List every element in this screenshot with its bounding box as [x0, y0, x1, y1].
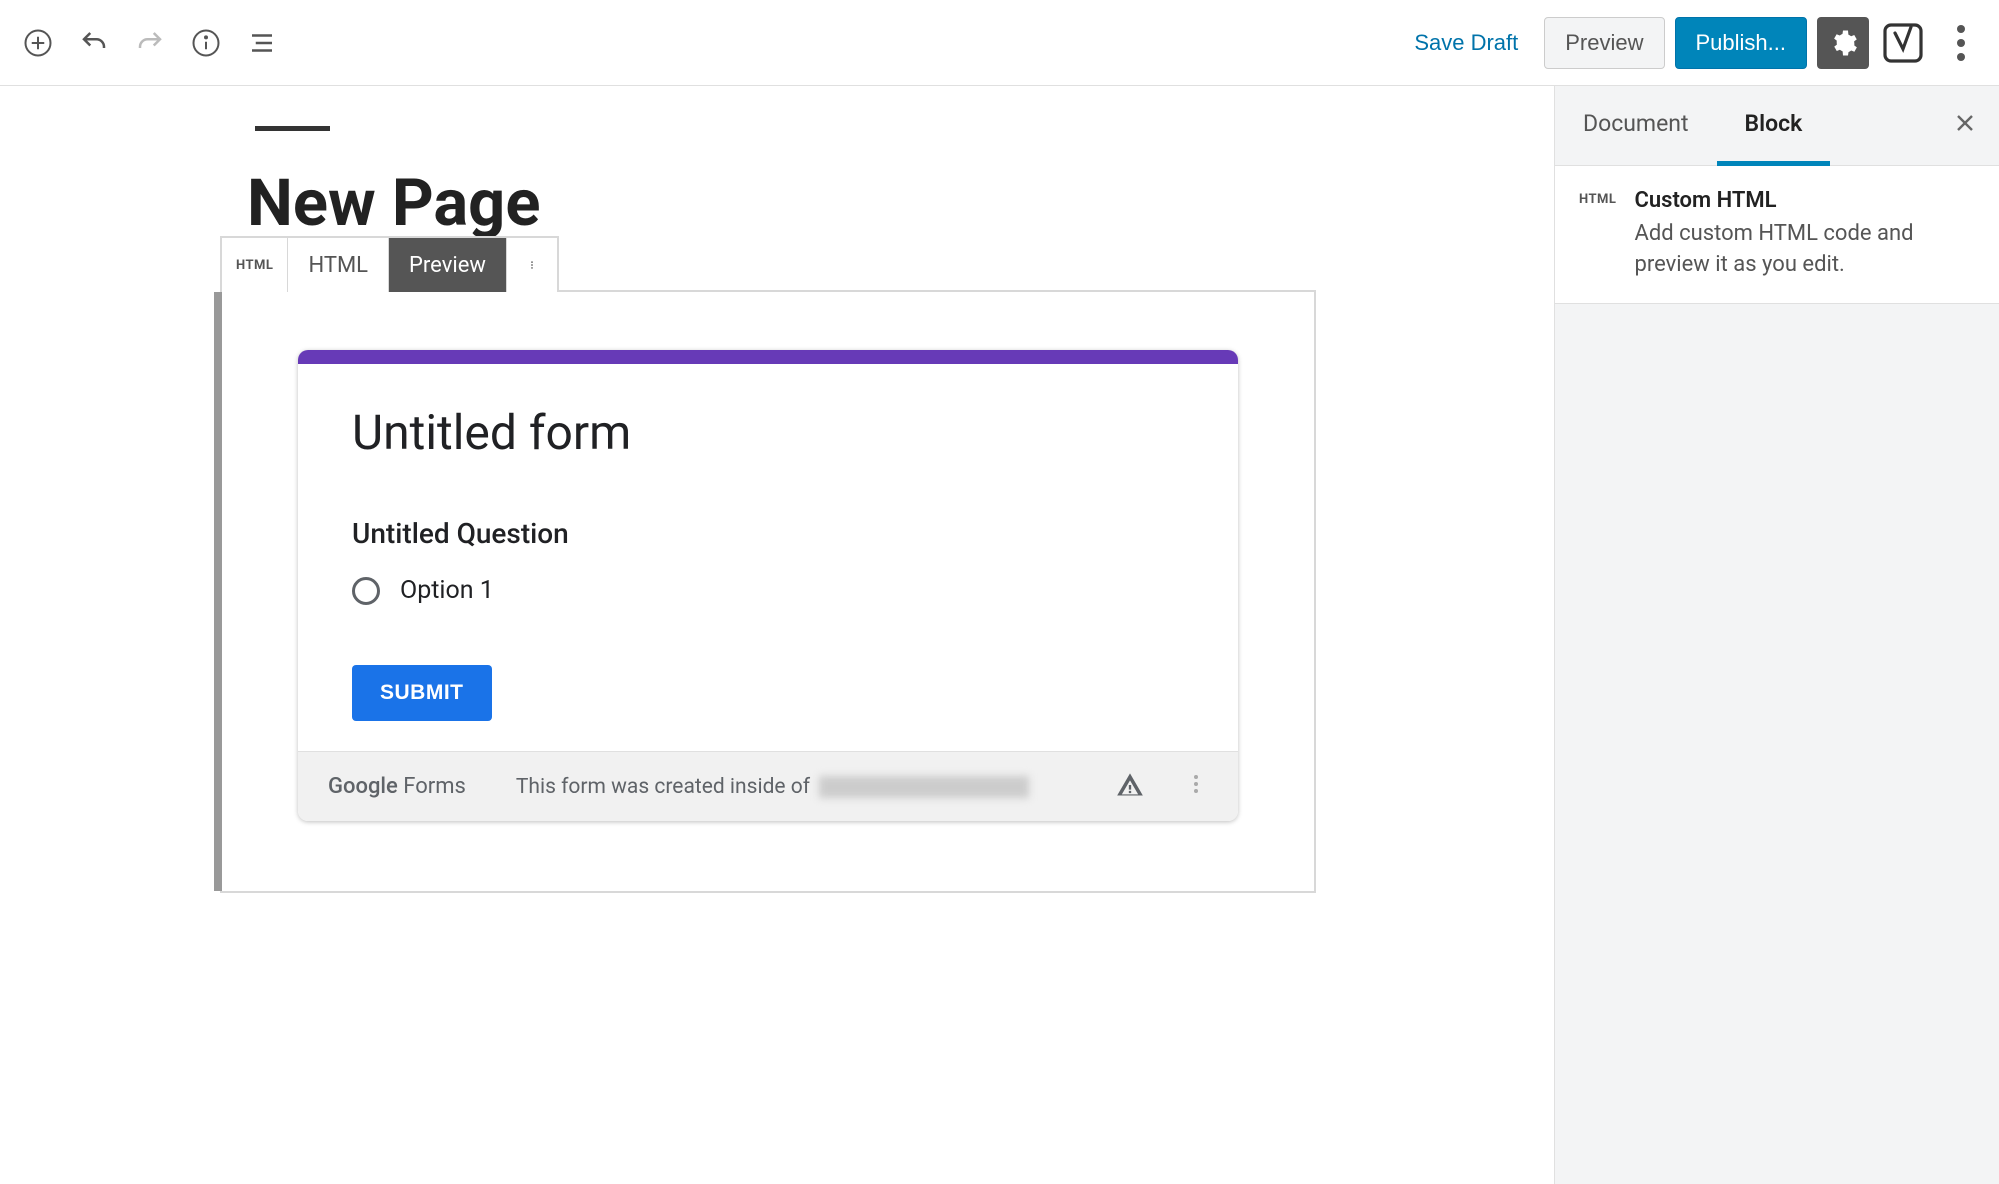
sidebar-tabs: Document Block: [1555, 86, 1999, 166]
outline-button[interactable]: [238, 19, 286, 67]
preview-button[interactable]: Preview: [1544, 17, 1664, 69]
yoast-button[interactable]: [1879, 19, 1927, 67]
radio-icon[interactable]: [352, 577, 380, 605]
tab-document[interactable]: Document: [1555, 86, 1717, 166]
list-icon: [247, 28, 277, 58]
settings-button[interactable]: [1817, 17, 1869, 69]
plus-circle-icon: [23, 28, 53, 58]
add-block-button[interactable]: [14, 19, 62, 67]
google-form-footer: Google Forms This form was created insid…: [298, 751, 1238, 821]
warning-icon[interactable]: [1116, 771, 1144, 803]
html-icon: HTML: [1579, 188, 1616, 281]
tab-block[interactable]: Block: [1717, 86, 1831, 166]
publish-button[interactable]: Publish...: [1675, 17, 1808, 69]
form-more-button[interactable]: [1184, 770, 1208, 803]
sidebar-block-info: HTML Custom HTML Add custom HTML code an…: [1555, 166, 1999, 304]
form-option-row[interactable]: Option 1: [352, 576, 1184, 605]
title-decoration: [255, 126, 330, 131]
settings-sidebar: Document Block HTML Custom HTML Add cust…: [1554, 86, 1999, 1184]
save-draft-button[interactable]: Save Draft: [1398, 20, 1534, 66]
yoast-icon: [1879, 19, 1927, 67]
more-vertical-icon: [1937, 19, 1985, 67]
page-title[interactable]: New Page: [247, 171, 1554, 236]
custom-html-block[interactable]: HTML HTML Preview Untitled form Untitled…: [220, 290, 1316, 893]
form-title: Untitled form: [352, 404, 1184, 461]
block-tab-preview[interactable]: Preview: [389, 238, 507, 292]
top-toolbar: Save Draft Preview Publish...: [0, 0, 1999, 86]
gear-icon: [1828, 28, 1858, 58]
form-origin-text: This form was created inside of: [516, 775, 1029, 799]
google-form-card: Untitled form Untitled Question Option 1…: [298, 350, 1238, 821]
info-button[interactable]: [182, 19, 230, 67]
redacted-text: [819, 776, 1029, 798]
block-drag-handle[interactable]: [214, 292, 222, 891]
block-toolbar: HTML HTML Preview: [220, 236, 559, 292]
redo-button[interactable]: [126, 19, 174, 67]
block-info-desc: Add custom HTML code and preview it as y…: [1634, 219, 1975, 281]
info-icon: [191, 28, 221, 58]
undo-button[interactable]: [70, 19, 118, 67]
alert-triangle-icon: [1116, 771, 1144, 799]
close-icon: [1953, 111, 1977, 135]
form-question: Untitled Question: [352, 517, 1184, 550]
block-more-button[interactable]: [507, 238, 557, 292]
sidebar-close-button[interactable]: [1931, 86, 1999, 165]
block-tab-html[interactable]: HTML: [288, 238, 389, 292]
editor-area: New Page HTML HTML Preview Untitled for: [0, 86, 1554, 1184]
more-menu-button[interactable]: [1937, 19, 1985, 67]
block-info-title: Custom HTML: [1634, 188, 1975, 213]
google-forms-brand: Google Forms: [328, 774, 466, 799]
form-option-label: Option 1: [400, 576, 494, 605]
block-type-icon[interactable]: HTML: [222, 238, 288, 292]
more-vertical-icon: [1184, 772, 1208, 796]
more-vertical-icon: [527, 254, 537, 276]
redo-icon: [135, 28, 165, 58]
undo-icon: [79, 28, 109, 58]
block-preview-body: Untitled form Untitled Question Option 1…: [222, 292, 1314, 891]
google-form-accent-bar: [298, 350, 1238, 364]
form-submit-button[interactable]: SUBMIT: [352, 665, 492, 721]
toolbar-left: [14, 19, 286, 67]
toolbar-right: Save Draft Preview Publish...: [1398, 17, 1985, 69]
